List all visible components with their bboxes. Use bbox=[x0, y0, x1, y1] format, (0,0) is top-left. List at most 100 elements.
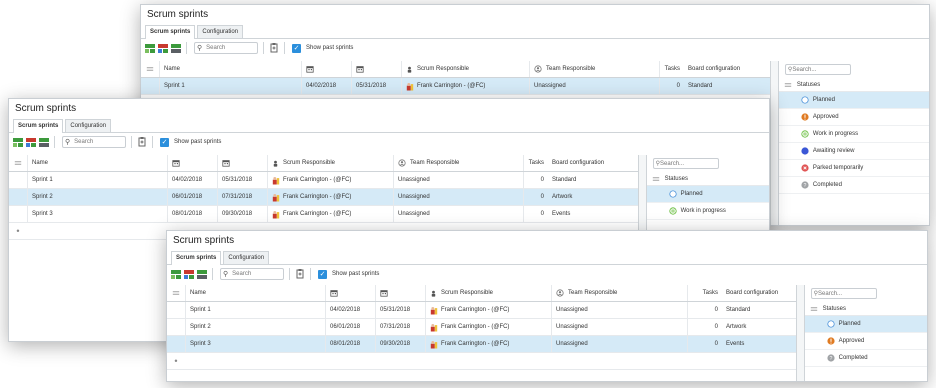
status-item[interactable]: Approved bbox=[804, 333, 927, 350]
tab-scrum-sprints[interactable]: Scrum sprints bbox=[171, 251, 222, 265]
tab-scrum-sprints[interactable]: Scrum sprints bbox=[13, 119, 64, 133]
grip-icon[interactable] bbox=[9, 155, 27, 171]
add-sprint-icon[interactable] bbox=[13, 137, 23, 147]
status-item[interactable]: Planned bbox=[646, 186, 769, 203]
show-past-sprints-checkbox[interactable]: ✓ bbox=[318, 269, 327, 279]
status-item[interactable]: Approved bbox=[778, 109, 929, 126]
status-search-input[interactable]: ⚲ Search... bbox=[810, 288, 877, 299]
edit-sprint-icon[interactable] bbox=[184, 269, 194, 279]
grip-icon[interactable] bbox=[805, 302, 823, 315]
show-past-sprints-checkbox[interactable]: ✓ bbox=[292, 43, 301, 53]
column-header-tasks[interactable]: Tasks bbox=[523, 155, 548, 171]
delete-sprint-icon[interactable] bbox=[197, 269, 207, 279]
column-header-tasks[interactable]: Tasks bbox=[687, 285, 722, 301]
board-configuration-cell[interactable]: Standard bbox=[684, 78, 759, 94]
export-icon[interactable] bbox=[295, 269, 305, 279]
team-responsible-cell[interactable]: Unassigned bbox=[529, 78, 659, 94]
status-search-input[interactable]: ⚲ Search... bbox=[652, 158, 719, 169]
column-header-scrum-responsible[interactable]: Scrum Responsible bbox=[267, 155, 393, 171]
sprint-search-input[interactable]: ⚲ Search bbox=[220, 268, 284, 280]
scrum-responsible-cell[interactable]: Frank Carrington - (@FC) bbox=[267, 189, 393, 205]
sprint-name-cell[interactable]: Sprint 1 bbox=[185, 302, 325, 318]
start-date-cell[interactable]: 06/01/2018 bbox=[167, 189, 217, 205]
team-responsible-cell[interactable]: Unassigned bbox=[551, 319, 687, 335]
end-date-cell[interactable]: 05/31/2018 bbox=[351, 78, 401, 94]
team-responsible-cell[interactable]: Unassigned bbox=[393, 206, 523, 222]
delete-sprint-icon[interactable] bbox=[39, 137, 49, 147]
add-sprint-icon[interactable] bbox=[171, 269, 181, 279]
status-item[interactable]: Planned bbox=[804, 316, 927, 333]
board-configuration-cell[interactable]: Events bbox=[548, 206, 628, 222]
column-header-start-date[interactable] bbox=[325, 285, 375, 301]
column-header-end-date[interactable] bbox=[217, 155, 267, 171]
column-header-tasks[interactable]: Tasks bbox=[659, 61, 684, 77]
status-search-input[interactable]: ⚲ Search... bbox=[784, 64, 851, 75]
column-header-name[interactable]: Name bbox=[159, 61, 301, 77]
grip-icon[interactable] bbox=[167, 285, 185, 301]
edit-sprint-icon[interactable] bbox=[158, 43, 168, 53]
column-header-end-date[interactable] bbox=[375, 285, 425, 301]
table-row[interactable]: Sprint 3 08/01/2018 09/30/2018 Frank Carrin… bbox=[9, 206, 638, 223]
export-icon[interactable] bbox=[137, 137, 147, 147]
tab-scrum-sprints[interactable]: Scrum sprints bbox=[145, 25, 196, 39]
scrollbar[interactable] bbox=[771, 61, 779, 225]
team-responsible-cell[interactable]: Unassigned bbox=[551, 336, 687, 352]
status-item[interactable]: Work in progress bbox=[646, 203, 769, 220]
board-configuration-cell[interactable]: Artwork bbox=[548, 189, 628, 205]
status-item[interactable]: ? Completed bbox=[804, 350, 927, 367]
end-date-cell[interactable]: 09/30/2018 bbox=[217, 206, 267, 222]
end-date-cell[interactable]: 07/31/2018 bbox=[375, 319, 425, 335]
sprint-search-input[interactable]: ⚲ Search bbox=[62, 136, 126, 148]
column-header-board-configuration[interactable]: Board configuration bbox=[684, 61, 759, 77]
sprint-name-cell[interactable]: Sprint 3 bbox=[27, 206, 167, 222]
sprint-name-cell[interactable]: Sprint 1 bbox=[27, 172, 167, 188]
new-row[interactable]: • bbox=[167, 353, 796, 370]
tasks-cell[interactable]: 0 bbox=[687, 319, 722, 335]
grip-icon[interactable] bbox=[779, 78, 797, 91]
delete-sprint-icon[interactable] bbox=[171, 43, 181, 53]
grip-icon[interactable] bbox=[141, 61, 159, 77]
table-row[interactable]: Sprint 1 04/02/2018 05/31/2018 Frank Carrin… bbox=[141, 78, 770, 95]
column-header-team-responsible[interactable]: Team Responsible bbox=[393, 155, 523, 171]
column-header-end-date[interactable] bbox=[351, 61, 401, 77]
sprint-name-cell[interactable]: Sprint 2 bbox=[185, 319, 325, 335]
show-past-sprints-checkbox[interactable]: ✓ bbox=[160, 137, 169, 147]
start-date-cell[interactable]: 04/02/2018 bbox=[167, 172, 217, 188]
column-header-scrum-responsible[interactable]: Scrum Responsible bbox=[401, 61, 529, 77]
add-row-icon[interactable]: • bbox=[9, 223, 27, 239]
tab-configuration[interactable]: Configuration bbox=[223, 251, 270, 264]
add-row-icon[interactable]: • bbox=[167, 353, 185, 369]
end-date-cell[interactable]: 05/31/2018 bbox=[375, 302, 425, 318]
team-responsible-cell[interactable]: Unassigned bbox=[551, 302, 687, 318]
grip-icon[interactable] bbox=[647, 172, 665, 185]
edit-sprint-icon[interactable] bbox=[26, 137, 36, 147]
start-date-cell[interactable]: 06/01/2018 bbox=[325, 319, 375, 335]
start-date-cell[interactable]: 08/01/2018 bbox=[325, 336, 375, 352]
status-item[interactable]: Parked temporarily bbox=[778, 160, 929, 177]
tab-configuration[interactable]: Configuration bbox=[65, 119, 112, 132]
sprint-name-cell[interactable]: Sprint 3 bbox=[185, 336, 325, 352]
status-item[interactable]: Work in progress bbox=[778, 126, 929, 143]
column-header-name[interactable]: Name bbox=[185, 285, 325, 301]
status-item[interactable]: ? Completed bbox=[778, 177, 929, 194]
start-date-cell[interactable]: 08/01/2018 bbox=[167, 206, 217, 222]
tasks-cell[interactable]: 0 bbox=[659, 78, 684, 94]
tasks-cell[interactable]: 0 bbox=[523, 172, 548, 188]
scrum-responsible-cell[interactable]: Frank Carrington - (@FC) bbox=[425, 336, 551, 352]
sprint-search-input[interactable]: ⚲ Search bbox=[194, 42, 258, 54]
column-header-start-date[interactable] bbox=[301, 61, 351, 77]
status-item[interactable]: Planned bbox=[778, 92, 929, 109]
tasks-cell[interactable]: 0 bbox=[687, 302, 722, 318]
column-header-start-date[interactable] bbox=[167, 155, 217, 171]
export-icon[interactable] bbox=[269, 43, 279, 53]
table-row[interactable]: Sprint 2 06/01/2018 07/31/2018 Frank Carrin… bbox=[9, 189, 638, 206]
end-date-cell[interactable]: 05/31/2018 bbox=[217, 172, 267, 188]
tasks-cell[interactable]: 0 bbox=[523, 206, 548, 222]
team-responsible-cell[interactable]: Unassigned bbox=[393, 172, 523, 188]
board-configuration-cell[interactable]: Standard bbox=[722, 302, 792, 318]
board-configuration-cell[interactable]: Artwork bbox=[722, 319, 792, 335]
column-header-name[interactable]: Name bbox=[27, 155, 167, 171]
sprint-name-cell[interactable]: Sprint 2 bbox=[27, 189, 167, 205]
team-responsible-cell[interactable]: Unassigned bbox=[393, 189, 523, 205]
column-header-board-configuration[interactable]: Board configuration bbox=[722, 285, 792, 301]
